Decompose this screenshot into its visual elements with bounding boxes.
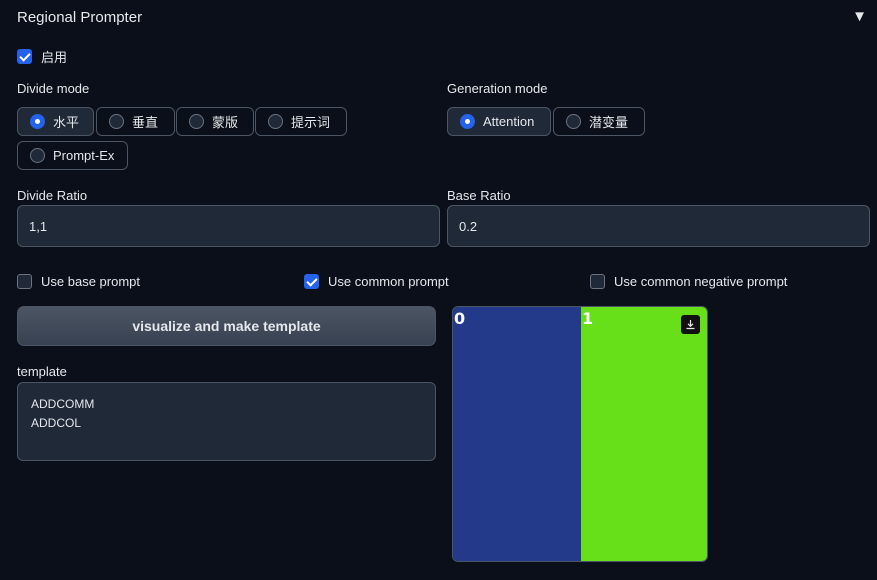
divide-mode-option-prompt[interactable]: 提示词 (255, 107, 347, 136)
base-ratio-input[interactable]: 0.2 (447, 205, 870, 247)
use-base-prompt-label: Use base prompt (41, 274, 140, 289)
divide-ratio-input[interactable]: 1,1 (17, 205, 440, 247)
generation-mode-option-latent[interactable]: 潜变量 (553, 107, 645, 136)
enable-label: 启用 (41, 50, 68, 65)
region-preview-canvas: 01 (453, 307, 707, 561)
divide-ratio-label: Divide Ratio (17, 188, 88, 203)
radio-indicator (268, 114, 283, 129)
divide-mode-option-horizontal[interactable]: 水平 (17, 107, 94, 136)
visualize-button[interactable]: visualize and make template (17, 306, 436, 346)
radio-label: Attention (483, 114, 535, 129)
divide-ratio-value: 1,1 (29, 218, 48, 234)
use-common-negative-prompt-row[interactable]: Use common negative prompt (590, 274, 787, 289)
template-line: ADDCOMM (31, 397, 95, 411)
region-label-1: 1 (582, 309, 593, 328)
generation-mode-option-attention[interactable]: Attention (447, 107, 551, 136)
radio-label: 水平 (53, 115, 80, 130)
radio-label: 提示词 (291, 115, 331, 130)
divide-mode-option-mask[interactable]: 蒙版 (176, 107, 254, 136)
divide-mode-option-prompt-ex[interactable]: Prompt-Ex (17, 141, 128, 170)
generation-mode-label: Generation mode (447, 81, 548, 96)
use-common-negative-prompt-label: Use common negative prompt (614, 274, 788, 289)
region-0 (453, 307, 581, 561)
enable-checkbox[interactable] (17, 49, 32, 64)
radio-label: Prompt-Ex (53, 148, 115, 163)
use-common-prompt-checkbox[interactable] (304, 274, 319, 289)
download-icon[interactable] (681, 315, 700, 334)
use-common-prompt-label: Use common prompt (328, 274, 449, 289)
divide-mode-option-vertical[interactable]: 垂直 (96, 107, 175, 136)
enable-checkbox-row[interactable]: 启用 (17, 47, 67, 66)
accordion-header[interactable]: Regional Prompter ▼ (0, 0, 877, 36)
template-line: ADDCOL (31, 416, 82, 430)
radio-indicator (109, 114, 124, 129)
collapse-toggle-icon[interactable]: ▼ (852, 8, 867, 25)
radio-label: 潜变量 (589, 115, 629, 130)
template-label: template (17, 364, 67, 379)
base-ratio-label: Base Ratio (447, 188, 511, 203)
radio-label: 蒙版 (212, 115, 239, 130)
divide-mode-label: Divide mode (17, 81, 90, 96)
template-textarea[interactable]: ADDCOMM ADDCOL (17, 382, 436, 461)
use-base-prompt-row[interactable]: Use base prompt (17, 274, 140, 289)
region-1 (581, 307, 707, 561)
radio-indicator (460, 114, 475, 129)
radio-indicator (30, 148, 45, 163)
radio-indicator (189, 114, 204, 129)
radio-indicator (30, 114, 45, 129)
region-preview-image: 01 (452, 306, 708, 562)
region-label-0: 0 (454, 309, 465, 328)
panel-title: Regional Prompter (17, 9, 143, 26)
use-common-negative-prompt-checkbox[interactable] (590, 274, 605, 289)
use-common-prompt-row[interactable]: Use common prompt (304, 274, 449, 289)
use-base-prompt-checkbox[interactable] (17, 274, 32, 289)
radio-label: 垂直 (132, 115, 159, 130)
base-ratio-value: 0.2 (459, 218, 478, 234)
radio-indicator (566, 114, 581, 129)
